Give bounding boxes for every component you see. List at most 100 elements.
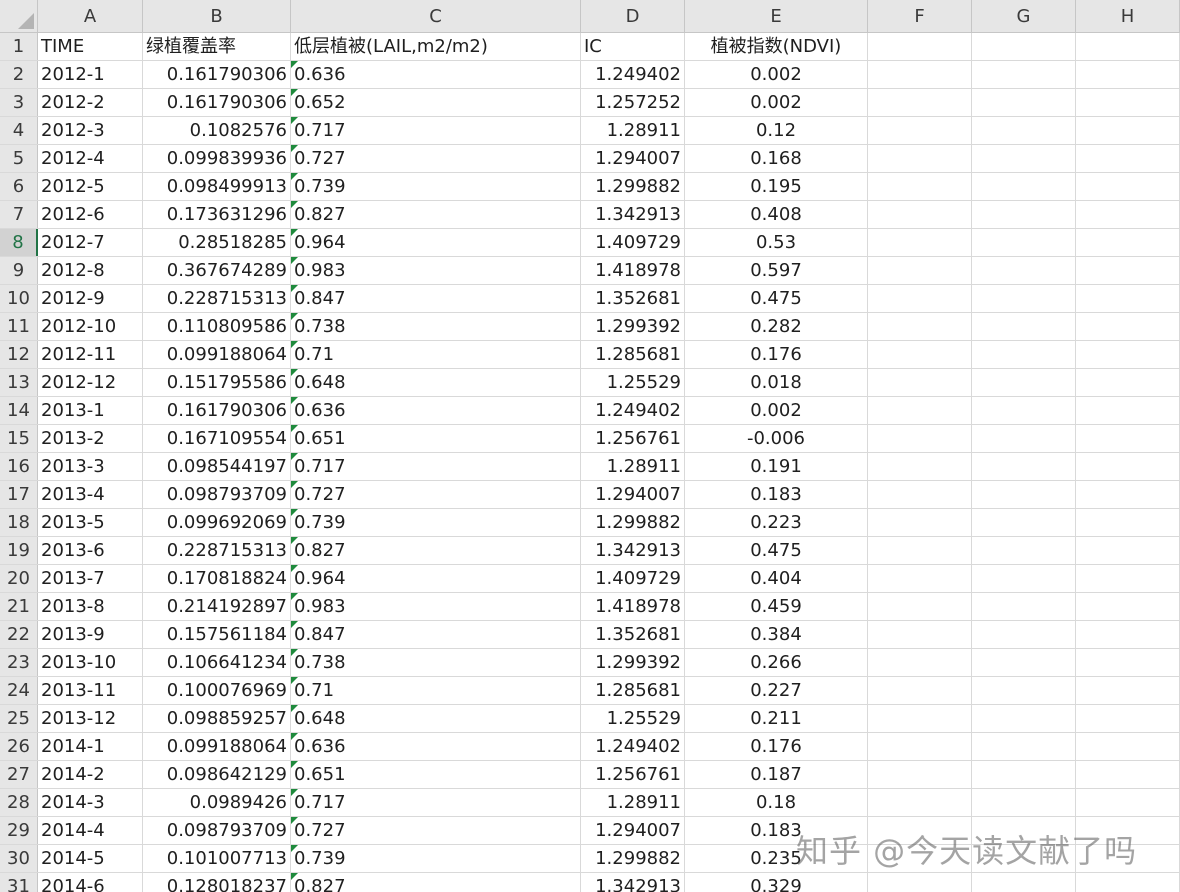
cell-d[interactable]: 1.299882 [581,173,685,200]
cell-h[interactable] [1076,873,1180,892]
cell-c[interactable]: 0.652 [291,89,581,116]
cell-h[interactable] [1076,761,1180,788]
cell-d[interactable]: 1.249402 [581,397,685,424]
cell-c[interactable]: 0.648 [291,369,581,396]
cell-a[interactable]: 2012-2 [38,89,143,116]
cell-a[interactable]: 2013-1 [38,397,143,424]
cell-h[interactable] [1076,61,1180,88]
cell-b[interactable]: 0.228715313 [143,285,291,312]
cell-c[interactable]: 0.727 [291,817,581,844]
row-header[interactable]: 23 [0,649,38,676]
cell-a[interactable]: 2012-12 [38,369,143,396]
cell-d[interactable]: 1.249402 [581,733,685,760]
row-header[interactable]: 9 [0,257,38,284]
row-header[interactable]: 1 [0,33,38,60]
cell-c[interactable]: 0.847 [291,621,581,648]
cell-b[interactable]: 0.100076969 [143,677,291,704]
row-header[interactable]: 4 [0,117,38,144]
cell-d[interactable]: 1.342913 [581,537,685,564]
cell-c[interactable]: 0.636 [291,61,581,88]
cell-g[interactable] [972,397,1076,424]
cell-g[interactable] [972,117,1076,144]
cell-h[interactable] [1076,537,1180,564]
cell-b[interactable]: 0.098642129 [143,761,291,788]
cell-a[interactable]: 2012-3 [38,117,143,144]
cell-b[interactable]: 0.099188064 [143,341,291,368]
row-header[interactable]: 10 [0,285,38,312]
cell-f[interactable] [868,565,972,592]
row-header[interactable]: 30 [0,845,38,872]
cell-b[interactable]: 0.228715313 [143,537,291,564]
cell-b[interactable]: 0.099839936 [143,145,291,172]
cell-b[interactable]: 0.101007713 [143,845,291,872]
row-header[interactable]: 22 [0,621,38,648]
cell-h[interactable] [1076,369,1180,396]
column-header-h[interactable]: H [1076,0,1180,32]
cell-f[interactable] [868,453,972,480]
cell-g[interactable] [972,537,1076,564]
cell-d[interactable]: 1.285681 [581,341,685,368]
cell-e[interactable]: 0.187 [685,761,868,788]
cell-a[interactable]: 2014-4 [38,817,143,844]
cell-a[interactable]: 2012-8 [38,257,143,284]
cell-e[interactable]: 0.384 [685,621,868,648]
cell-b[interactable]: 0.173631296 [143,201,291,228]
row-header[interactable]: 13 [0,369,38,396]
cell-d[interactable]: 1.352681 [581,621,685,648]
cell-c[interactable]: 0.738 [291,649,581,676]
cell-a[interactable]: 2013-4 [38,481,143,508]
cell-a[interactable]: 2012-6 [38,201,143,228]
cell-g[interactable] [972,285,1076,312]
cell-f[interactable] [868,369,972,396]
cell-e[interactable]: 0.211 [685,705,868,732]
cell-g[interactable] [972,313,1076,340]
cell-f[interactable] [868,257,972,284]
cell-a[interactable]: 2013-7 [38,565,143,592]
row-header[interactable]: 7 [0,201,38,228]
cell-g[interactable] [972,621,1076,648]
row-header[interactable]: 31 [0,873,38,892]
cell-b[interactable]: 0.161790306 [143,89,291,116]
cell-h[interactable] [1076,341,1180,368]
cell-g[interactable] [972,733,1076,760]
cell-a[interactable]: 2013-3 [38,453,143,480]
cell-a[interactable]: 2012-4 [38,145,143,172]
row-header[interactable]: 25 [0,705,38,732]
cell-d[interactable]: IC [581,33,685,60]
cell-g[interactable] [972,229,1076,256]
cell-h[interactable] [1076,705,1180,732]
cell-c[interactable]: 0.964 [291,565,581,592]
cell-b[interactable]: 0.128018237 [143,873,291,892]
cell-f[interactable] [868,89,972,116]
cell-a[interactable]: 2013-10 [38,649,143,676]
cell-a[interactable]: 2013-11 [38,677,143,704]
cell-h[interactable] [1076,425,1180,452]
cell-g[interactable] [972,705,1076,732]
cell-f[interactable] [868,145,972,172]
cell-a[interactable]: 2014-1 [38,733,143,760]
cell-e[interactable]: 0.195 [685,173,868,200]
cell-c[interactable]: 0.964 [291,229,581,256]
cell-e[interactable]: 0.459 [685,593,868,620]
cell-f[interactable] [868,733,972,760]
cell-g[interactable] [972,509,1076,536]
cell-e[interactable]: 0.002 [685,89,868,116]
cell-g[interactable] [972,677,1076,704]
cell-e[interactable]: 0.002 [685,61,868,88]
cell-h[interactable] [1076,733,1180,760]
cell-c[interactable]: 0.71 [291,677,581,704]
cell-f[interactable] [868,481,972,508]
cell-a[interactable]: 2012-9 [38,285,143,312]
cell-e[interactable]: 0.18 [685,789,868,816]
cell-b[interactable]: 0.099188064 [143,733,291,760]
row-header[interactable]: 19 [0,537,38,564]
cell-b[interactable]: 0.098544197 [143,453,291,480]
row-header[interactable]: 14 [0,397,38,424]
cell-d[interactable]: 1.299882 [581,845,685,872]
cell-g[interactable] [972,145,1076,172]
cell-a[interactable]: 2014-5 [38,845,143,872]
cell-b[interactable]: 0.157561184 [143,621,291,648]
cell-d[interactable]: 1.299392 [581,313,685,340]
cell-f[interactable] [868,313,972,340]
cell-h[interactable] [1076,89,1180,116]
